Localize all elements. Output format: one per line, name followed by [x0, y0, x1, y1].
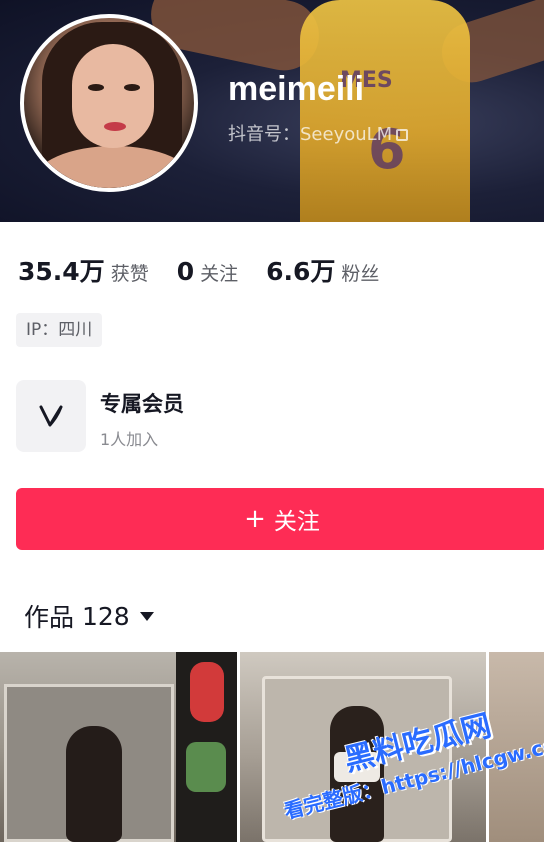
profile-stats: 35.4万 获赞 0 关注 6.6万 粉丝: [18, 252, 407, 286]
following-count[interactable]: 0: [177, 257, 194, 286]
membership-entry[interactable]: 专属会员 1人加入: [16, 380, 416, 456]
follow-button-label: 关注: [273, 509, 320, 535]
caret-down-icon[interactable]: [139, 611, 154, 621]
likes-count[interactable]: 35.4万: [18, 252, 105, 288]
ip-location-tag: IP：四川: [16, 313, 103, 347]
copy-icon[interactable]: [396, 129, 409, 141]
following-label[interactable]: 关注: [200, 259, 238, 286]
works-label: 作品: [24, 603, 75, 632]
works-tab[interactable]: 作品 128: [24, 598, 154, 634]
followers-label[interactable]: 粉丝: [341, 259, 379, 286]
plus-icon: +: [244, 504, 266, 534]
username: meimeili: [228, 70, 365, 108]
membership-subtitle: 1人加入: [100, 430, 159, 449]
douyin-id[interactable]: 抖音号：SeeyouLM: [228, 120, 409, 146]
v-logo-icon: [16, 380, 86, 452]
avatar[interactable]: [20, 14, 198, 192]
followers-count[interactable]: 6.6万: [266, 252, 335, 288]
works-count: 128: [81, 601, 130, 631]
profile-header: MES 6 meimeili 抖音号：SeeyouLM: [0, 0, 544, 222]
header-background-jersey: [300, 0, 470, 222]
follow-button[interactable]: + 关注: [16, 488, 544, 550]
likes-label[interactable]: 获赞: [111, 259, 149, 286]
video-thumbnail[interactable]: [0, 652, 237, 842]
douyin-id-text: 抖音号：SeeyouLM: [228, 124, 393, 145]
membership-title: 专属会员: [100, 392, 184, 416]
